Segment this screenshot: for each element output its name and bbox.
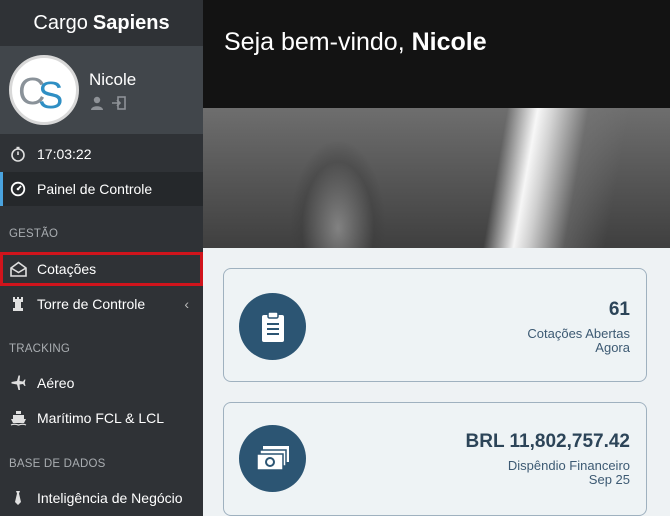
chevron-left-icon[interactable]: ‹: [184, 296, 189, 312]
user-profile: C S Nicole: [0, 46, 203, 134]
section-tracking: TRACKING: [9, 343, 71, 355]
card-sublabel: Sep 25: [588, 472, 630, 487]
brand-light: Cargo: [33, 11, 88, 34]
svg-text:S: S: [38, 75, 63, 117]
sidebar-item-label: Cotações: [37, 261, 97, 277]
card-label: Dispêndio Financeiro: [507, 458, 630, 473]
user-name: Nicole: [89, 70, 137, 89]
card-label: Cotações Abertas: [527, 326, 630, 341]
sidebar-item-cotacoes[interactable]: Cotações: [0, 252, 203, 286]
greeting-name: Nicole: [411, 28, 487, 56]
sidebar-item-label: Inteligência de Negócio: [37, 490, 183, 506]
sidebar-item-dashboard[interactable]: Painel de Controle: [0, 172, 203, 206]
user-profile-icon[interactable]: [89, 95, 105, 111]
card-value: 61: [608, 299, 630, 320]
sidebar-item-label: Aéreo: [37, 375, 75, 391]
sidebar-item-maritimo[interactable]: Marítimo FCL & LCL: [0, 401, 203, 435]
tower-icon: [9, 295, 27, 313]
sidebar-item-label: Marítimo FCL & LCL: [37, 410, 165, 426]
sidebar-item-label: Painel de Controle: [37, 181, 153, 197]
clock-item: 17:03:22: [0, 137, 203, 171]
sidebar: Cargo Sapiens C S Nicole 17:03:22 Painel…: [0, 0, 203, 516]
tie-icon: [9, 489, 27, 507]
greeting-text: Seja bem-vindo,: [224, 28, 405, 56]
ship-icon: [9, 409, 27, 427]
plane-icon: [9, 374, 27, 392]
logout-icon[interactable]: [111, 95, 127, 111]
section-gestao: GESTÃO: [9, 228, 59, 240]
money-icon: [239, 425, 306, 492]
brand-logo[interactable]: Cargo Sapiens: [0, 0, 203, 46]
clock-time: 17:03:22: [37, 146, 92, 162]
sidebar-item-inteligencia[interactable]: Inteligência de Negócio: [0, 481, 203, 515]
envelope-open-icon: [9, 260, 27, 278]
page-title: Seja bem-vindo, Nicole: [224, 28, 487, 57]
sidebar-item-aereo[interactable]: Aéreo: [0, 366, 203, 400]
card-value: BRL 11,802,757.42: [465, 431, 630, 452]
banner-image: [203, 108, 670, 248]
dashboard-icon: [9, 180, 27, 198]
avatar[interactable]: C S: [9, 55, 79, 125]
welcome-banner: Seja bem-vindo, Nicole: [203, 0, 670, 248]
card-sublabel: Agora: [595, 340, 630, 355]
open-quotes-card[interactable]: 61 Cotações Abertas Agora: [223, 268, 647, 382]
clipboard-icon: [239, 293, 306, 360]
section-base: BASE DE DADOS: [9, 458, 106, 470]
sidebar-item-label: Torre de Controle: [37, 296, 146, 312]
brand-bold: Sapiens: [92, 11, 170, 34]
spending-card[interactable]: BRL 11,802,757.42 Dispêndio Financeiro S…: [223, 402, 647, 516]
sidebar-item-torre[interactable]: Torre de Controle ‹: [0, 287, 203, 321]
stopwatch-icon: [9, 145, 27, 163]
